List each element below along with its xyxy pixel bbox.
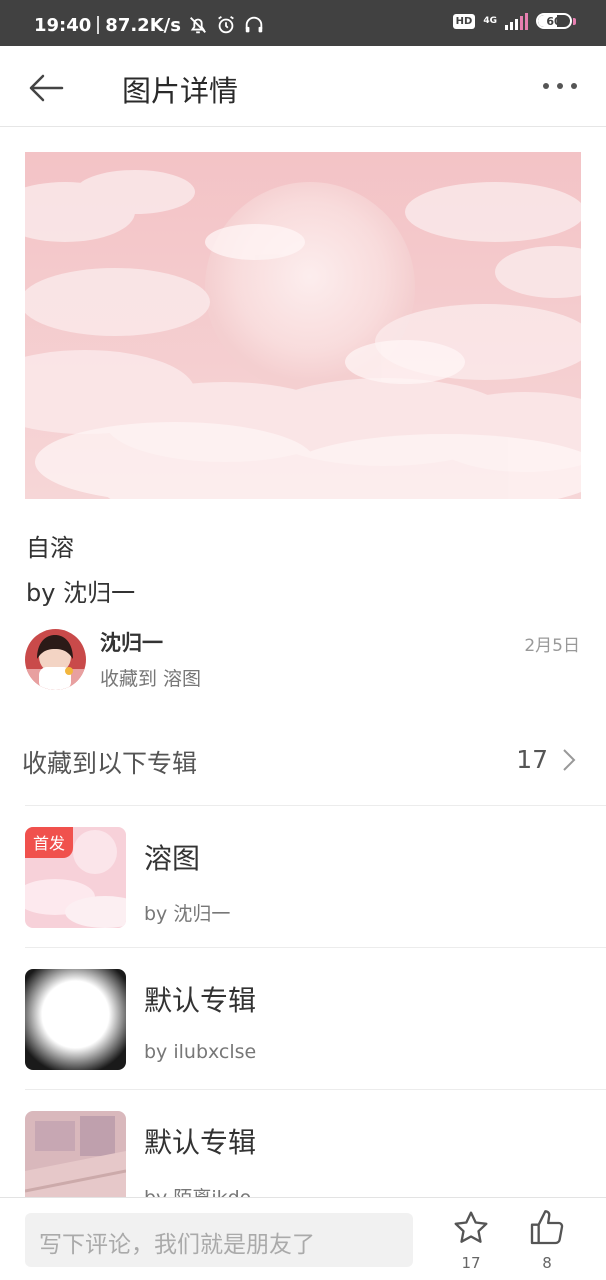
album-thumbnail: 首发 [25, 827, 126, 928]
picture-title: 自溶 [26, 534, 74, 562]
hd-badge: HD [452, 13, 476, 29]
top-app-bar: 图片详情 [0, 46, 606, 127]
avatar[interactable] [25, 629, 86, 690]
album-thumbnail [25, 969, 126, 1070]
network-type: 4G [483, 16, 497, 26]
star-icon [454, 1211, 488, 1243]
battery-level: 60 [546, 14, 562, 28]
like-count: 8 [542, 1254, 552, 1272]
favorite-count: 17 [461, 1254, 481, 1272]
status-time: 19:40 [34, 14, 92, 36]
bottom-action-bar: 写下评论，我们就是朋友了 17 8 [0, 1197, 606, 1280]
chevron-right-icon[interactable] [560, 747, 578, 773]
back-button[interactable] [24, 66, 68, 110]
album-cover-image [25, 969, 126, 1070]
album-name: 默认专辑 [144, 984, 257, 1017]
album-name: 默认专辑 [144, 1126, 257, 1159]
battery-icon: 60 [536, 13, 572, 29]
signal-icon [505, 12, 528, 30]
picture-author-line: by 沈归一 [26, 579, 136, 607]
more-button[interactable] [540, 72, 580, 100]
album-owner: by 沈归一 [144, 903, 231, 925]
network-speed: 87.2K/s [105, 14, 181, 36]
collected-to-text: 收藏到 溶图 [100, 668, 202, 690]
album-name: 溶图 [144, 842, 201, 875]
album-item[interactable]: 首发 溶图 by 沈归一 [0, 805, 606, 947]
alarm-icon [218, 15, 234, 34]
arrow-left-icon [29, 74, 64, 102]
first-publish-badge: 首发 [25, 827, 74, 858]
status-separator [97, 16, 100, 34]
author-name[interactable]: 沈归一 [100, 627, 163, 657]
picture-image[interactable] [25, 152, 581, 499]
album-owner: by ilubxclse [144, 1041, 257, 1063]
album-item[interactable]: 默认专辑 by ilubxclse [0, 947, 606, 1089]
favorite-button[interactable]: 17 [446, 1208, 496, 1272]
thumbs-up-icon [530, 1210, 564, 1245]
pink-clouds-moon-image [25, 152, 581, 499]
like-button[interactable]: 8 [522, 1208, 572, 1272]
comment-input[interactable]: 写下评论，我们就是朋友了 [25, 1213, 413, 1267]
headphones-icon [245, 16, 263, 33]
bell-off-icon [189, 17, 206, 34]
albums-count[interactable]: 17 [516, 745, 548, 774]
albums-section-title[interactable]: 收藏到以下专辑 [22, 744, 197, 780]
page-title: 图片详情 [122, 74, 239, 108]
more-horizontal-icon [543, 83, 577, 89]
author-avatar-image [25, 629, 86, 690]
status-bar: 19:40 87.2K/s HD 4G 60 [0, 0, 606, 46]
battery-cap [573, 17, 576, 25]
post-date: 2月5日 [524, 636, 580, 656]
